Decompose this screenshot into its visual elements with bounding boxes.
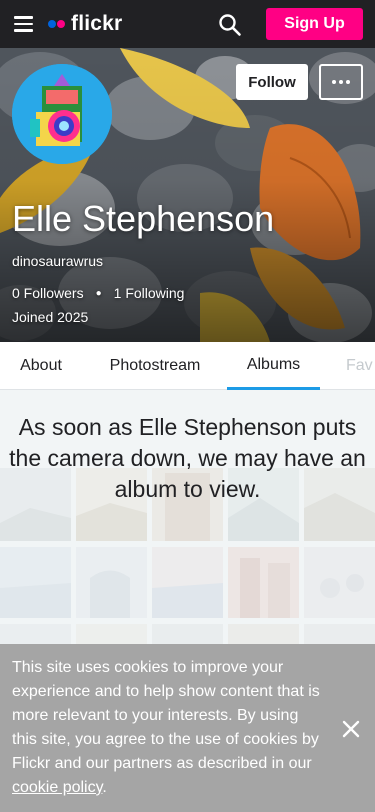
cookie-banner: This site uses cookies to improve your e… bbox=[0, 644, 375, 812]
follow-stats: 0 Followers ● 1 Following bbox=[12, 285, 184, 301]
profile-cover: Follow Elle Stephenson dinosaurawrus 0 F… bbox=[0, 48, 375, 342]
profile-username: dinosaurawrus bbox=[12, 253, 104, 269]
more-options-button[interactable] bbox=[319, 64, 363, 100]
tab-about[interactable]: About bbox=[8, 342, 74, 390]
search-icon[interactable] bbox=[218, 13, 242, 37]
top-nav-bar: flickr Sign Up bbox=[0, 0, 375, 48]
page: flickr Sign Up Follow Elle Stephenson di… bbox=[0, 0, 375, 812]
close-icon[interactable] bbox=[340, 718, 362, 740]
profile-tabs: About Photostream Albums Fav bbox=[0, 342, 375, 390]
profile-name: Elle Stephenson bbox=[12, 198, 275, 239]
cookie-policy-link[interactable]: cookie policy bbox=[12, 779, 102, 796]
tab-faves[interactable]: Fav bbox=[346, 342, 375, 390]
flickr-logo[interactable]: flickr bbox=[48, 12, 122, 36]
logo-pink-dot bbox=[57, 20, 65, 28]
albums-empty-message: As soon as Elle Stephenson puts the came… bbox=[9, 414, 366, 502]
joined-date: Joined 2025 bbox=[12, 309, 89, 325]
cookie-text: This site uses cookies to improve your e… bbox=[12, 659, 320, 772]
logo-text: flickr bbox=[71, 12, 123, 35]
followers-count[interactable]: 0 Followers bbox=[12, 285, 84, 301]
following-count[interactable]: 1 Following bbox=[114, 285, 185, 301]
menu-icon[interactable] bbox=[14, 16, 33, 32]
avatar[interactable] bbox=[12, 64, 112, 164]
logo-blue-dot bbox=[48, 20, 56, 28]
more-dots-icon bbox=[332, 80, 336, 84]
camera-avatar-icon bbox=[12, 64, 112, 164]
tab-albums[interactable]: Albums bbox=[227, 342, 320, 390]
tab-photostream[interactable]: Photostream bbox=[98, 342, 212, 390]
cookie-text-suffix: . bbox=[102, 779, 107, 796]
follow-button[interactable]: Follow bbox=[236, 64, 308, 100]
sign-up-button[interactable]: Sign Up bbox=[266, 8, 363, 40]
stats-separator: ● bbox=[95, 287, 102, 299]
